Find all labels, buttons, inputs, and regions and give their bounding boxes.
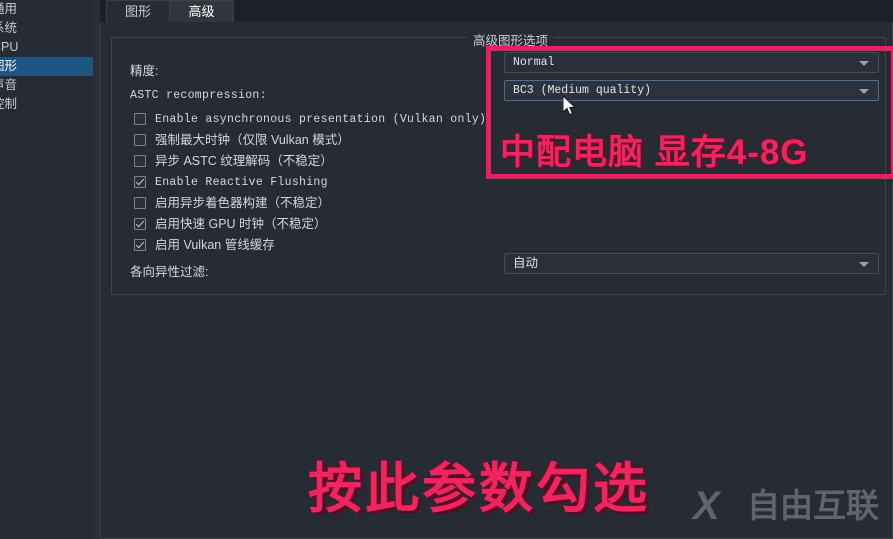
sidebar-item-0[interactable]: 通用 — [0, 0, 93, 19]
chevron-down-icon — [859, 61, 869, 66]
precision-value: Normal — [513, 56, 555, 69]
sidebar-item-1[interactable]: 系统 — [0, 19, 93, 38]
checkbox-box[interactable] — [134, 197, 146, 209]
chevron-down-icon — [859, 262, 869, 267]
checkbox-label: 异步 ASTC 纹理解码（不稳定） — [155, 154, 333, 168]
tab-label: 高级 — [188, 4, 215, 19]
astc-recompression-value: BC3 (Medium quality) — [513, 84, 652, 97]
watermark: X 自由互联 — [693, 484, 889, 532]
precision-combobox[interactable]: Normal — [504, 52, 879, 73]
checkbox-box[interactable] — [134, 113, 146, 125]
annotation-bottom-text: 按此参数勾选 — [308, 459, 650, 519]
tab-label: 图形 — [124, 4, 151, 19]
sidebar-item-label: CPU — [0, 40, 19, 54]
sidebar-item-label: 图形 — [0, 59, 18, 73]
sidebar: 通用 系统 CPU 图形 声音 控制 — [0, 0, 94, 539]
checkbox-box[interactable] — [134, 218, 146, 230]
astc-recompression-combobox[interactable]: BC3 (Medium quality) — [504, 80, 879, 101]
sidebar-item-3[interactable]: 图形 — [0, 57, 93, 76]
sidebar-item-5[interactable]: 控制 — [0, 95, 93, 114]
tab-advanced[interactable]: 高级 — [170, 0, 234, 22]
checkbox-label: 强制最大时钟（仅限 Vulkan 模式） — [155, 133, 350, 147]
checkbox-box[interactable] — [134, 134, 146, 146]
sidebar-item-label: 声音 — [0, 78, 18, 92]
sidebar-item-2[interactable]: CPU — [0, 38, 93, 57]
sidebar-item-4[interactable]: 声音 — [0, 76, 93, 95]
sidebar-item-label: 系统 — [0, 21, 18, 35]
tab-graphics[interactable]: 图形 — [106, 0, 170, 22]
annotation-redbox-text: 中配电脑 显存4-8G — [500, 133, 809, 172]
tab-bar: 图形 高级 — [100, 0, 893, 23]
tab-bar-filler — [326, 0, 893, 23]
checkbox-box[interactable] — [134, 176, 146, 188]
anisotropic-filtering-label: 各向异性过滤: — [130, 265, 209, 279]
checkbox-label: 启用异步着色器构建（不稳定） — [155, 196, 331, 210]
sidebar-item-label: 通用 — [0, 2, 18, 16]
checkbox-label: 启用快速 GPU 时钟（不稳定） — [155, 217, 327, 231]
precision-label: 精度: — [130, 64, 159, 78]
astc-recompression-label: ASTC recompression: — [130, 89, 267, 102]
checkbox-box[interactable] — [134, 155, 146, 167]
watermark-text: 自由互联 — [747, 487, 879, 524]
sidebar-item-label: 控制 — [0, 97, 18, 111]
anisotropic-filtering-combobox[interactable]: 自动 — [504, 253, 879, 274]
chevron-down-icon — [859, 89, 869, 94]
checkbox-box[interactable] — [134, 239, 146, 251]
watermark-logo-icon: X — [693, 484, 720, 528]
checkbox-label: Enable asynchronous presentation (Vulkan… — [155, 113, 487, 126]
groupbox-title: 高级图形选项 — [467, 30, 555, 49]
checkbox-label: 启用 Vulkan 管线缓存 — [155, 238, 275, 252]
checkbox-label: Enable Reactive Flushing — [155, 176, 328, 189]
anisotropic-filtering-value: 自动 — [513, 256, 539, 270]
